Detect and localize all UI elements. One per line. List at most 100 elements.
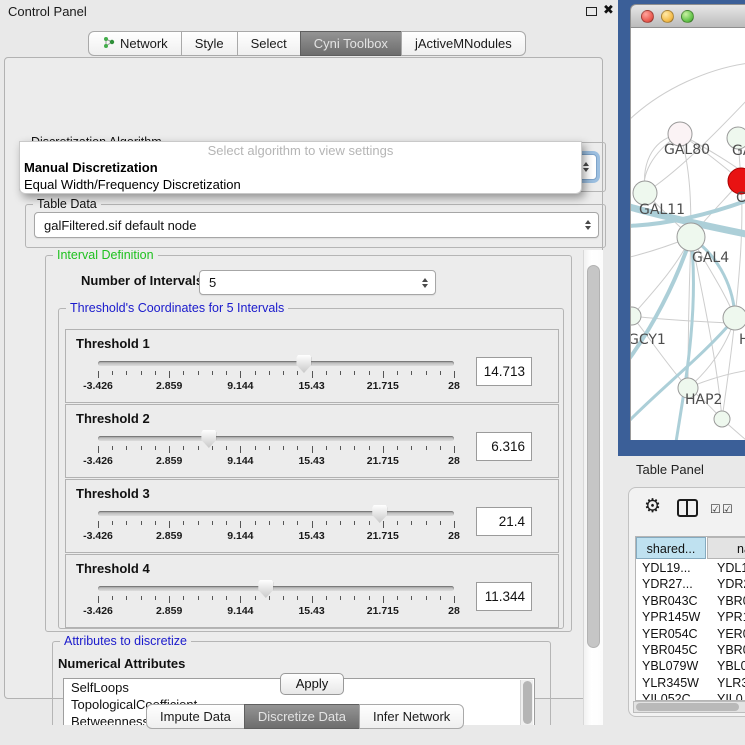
zoom-traffic-light-icon[interactable] xyxy=(681,10,694,23)
network-node-gal4[interactable] xyxy=(677,223,705,251)
network-node[interactable] xyxy=(714,411,730,427)
node-label: GA xyxy=(732,143,745,159)
control-panel: Control Panel ✖ Network Style Select Cyni T… xyxy=(0,0,618,745)
tab-cyni-toolbox[interactable]: Cyni Toolbox xyxy=(300,31,402,56)
tab-discretize-data[interactable]: Discretize Data xyxy=(244,704,360,729)
threshold-label: Threshold 1 xyxy=(76,336,150,351)
node-label: GCY1 xyxy=(631,332,666,348)
vertical-scrollbar[interactable] xyxy=(583,250,603,725)
slider-ticks xyxy=(98,446,454,454)
combo-arrows-icon xyxy=(583,162,589,172)
dropdown-option[interactable]: Equal Width/Frequency Discretization xyxy=(20,176,581,193)
tab-label: Discretize Data xyxy=(258,709,346,724)
tab-label: Infer Network xyxy=(373,709,450,724)
table-row[interactable]: YBR045C YBR0 xyxy=(636,642,745,658)
table-data-select[interactable]: galFiltered.sif default node xyxy=(34,212,599,238)
threshold-3-value[interactable]: 21.4 xyxy=(476,507,532,536)
table-row[interactable]: YBR043CYBR0 xyxy=(636,593,745,609)
number-of-intervals-label: Number of Intervals xyxy=(81,273,203,288)
cell-name: YER0 xyxy=(717,626,745,642)
close-traffic-light-icon[interactable] xyxy=(641,10,654,23)
network-window-titlebar[interactable] xyxy=(630,4,745,28)
dropdown-options: Manual DiscretizationEqual Width/Frequen… xyxy=(20,159,581,193)
cell-name: YLR3 xyxy=(717,675,745,691)
threshold-1-panel: Threshold 1 -3.4262.8599.14415.4321.7152… xyxy=(65,329,559,403)
slider-tick-labels: -3.4262.8599.14415.4321.71528 xyxy=(98,380,454,392)
close-icon[interactable]: ✖ xyxy=(603,2,614,18)
table-row[interactable]: YDR27...YDR2 xyxy=(636,576,745,592)
table-data-group: Table Data galFiltered.sif default node xyxy=(25,204,606,248)
apply-button[interactable]: Apply xyxy=(280,673,344,695)
tab-network[interactable]: Network xyxy=(88,31,182,56)
number-of-intervals-select[interactable]: 5 xyxy=(199,270,436,295)
threshold-label: Threshold 4 xyxy=(76,561,150,576)
group-title: Threshold's Coordinates for 5 Intervals xyxy=(66,301,288,315)
column-layout-icon[interactable] xyxy=(677,499,698,517)
tab-infer-network[interactable]: Infer Network xyxy=(359,704,464,729)
attributes-scrollbar[interactable] xyxy=(520,680,533,725)
network-canvas[interactable]: GAL80GACGAL11GAL4GCY1HHAP2 xyxy=(630,28,745,440)
table-row[interactable]: YER054CYER0 xyxy=(636,626,745,642)
selected-table: galFiltered.sif default node xyxy=(44,218,196,233)
column-header-name[interactable]: na xyxy=(707,537,745,559)
slider-track xyxy=(98,511,454,516)
horizontal-scrollbar[interactable] xyxy=(633,701,745,713)
node-label: GAL11 xyxy=(639,202,685,218)
dropdown-placeholder-item[interactable]: Select algorithm to view settings xyxy=(20,142,581,159)
cell-shared-name: YPR145W xyxy=(642,609,700,625)
tab-jactivemnodules[interactable]: jActiveMNodules xyxy=(401,31,526,56)
tab-style[interactable]: Style xyxy=(181,31,238,56)
cell-name: YBR0 xyxy=(717,642,745,658)
scrollbar-thumb[interactable] xyxy=(523,681,532,724)
threshold-label: Threshold 2 xyxy=(76,411,150,426)
threshold-4-value[interactable]: 11.344 xyxy=(476,582,532,611)
network-view-window: GAL80GACGAL11GAL4GCY1HHAP2 xyxy=(630,4,745,440)
threshold-2-slider[interactable] xyxy=(98,436,454,442)
tab-label: Select xyxy=(251,36,287,51)
table-row[interactable]: YDL19...YDL1 xyxy=(636,560,745,576)
threshold-1-value[interactable]: 14.713 xyxy=(476,357,532,386)
tab-label: Style xyxy=(195,36,224,51)
table-panel: ⚙ ☑ ☑ shared... na YDL19...YDL1YDR27...Y… xyxy=(628,487,745,717)
table-panel-area: Table Panel ⚙ ☑ ☑ shared... na YDL19...Y… xyxy=(618,456,745,745)
threshold-1-slider[interactable] xyxy=(98,361,454,367)
table-row[interactable]: YBL079WYBL0 xyxy=(636,658,745,674)
threshold-3-slider[interactable] xyxy=(98,511,454,517)
cell-shared-name: YDL19... xyxy=(642,560,691,576)
threshold-4-slider[interactable] xyxy=(98,586,454,592)
control-panel-titlebar: Control Panel ✖ xyxy=(0,0,618,22)
group-title: Table Data xyxy=(33,197,101,211)
threshold-2-panel: Threshold 2 -3.4262.8599.14415.4321.7152… xyxy=(65,404,559,478)
scrollbar-thumb[interactable] xyxy=(636,703,739,711)
node-label: H xyxy=(739,332,745,348)
dropdown-option[interactable]: Manual Discretization xyxy=(20,159,581,176)
cyni-toolbox-panel: Discretization Algorithm Select algorith… xyxy=(4,57,603,699)
tab-impute-data[interactable]: Impute Data xyxy=(146,704,245,729)
scrollbar-thumb[interactable] xyxy=(587,265,600,648)
float-window-icon[interactable] xyxy=(586,7,597,16)
node-attribute-table[interactable]: shared... na YDL19...YDL1YDR27...YDR2YBR… xyxy=(635,536,745,701)
table-row[interactable]: YLR345WYLR3 xyxy=(636,675,745,691)
minimize-traffic-light-icon[interactable] xyxy=(661,10,674,23)
cell-name: YBR0 xyxy=(717,593,745,609)
table-row[interactable]: YPR145WYPR1 xyxy=(636,609,745,625)
network-node-gcy1[interactable] xyxy=(631,307,641,325)
cell-name: YDR2 xyxy=(717,576,745,592)
bottom-tabbar: Impute Data Discretize Data Infer Network xyxy=(146,704,464,729)
cell-shared-name: YBR045C xyxy=(642,642,698,658)
table-row[interactable]: YIL052CYIL0 xyxy=(636,691,745,701)
network-node-h[interactable] xyxy=(723,306,745,330)
tab-label: Network xyxy=(120,36,168,51)
screen: Control Panel ✖ Network Style Select Cyni T… xyxy=(0,0,745,745)
column-header-shared-name[interactable]: shared... xyxy=(636,537,706,559)
settings-scroll-viewport: Interval Definition Number of Intervals … xyxy=(11,250,607,725)
interval-definition-group: Interval Definition Number of Intervals … xyxy=(45,255,572,632)
slider-tick-labels: -3.4262.8599.14415.4321.71528 xyxy=(98,530,454,542)
slider-track xyxy=(98,361,454,366)
tab-select[interactable]: Select xyxy=(237,31,301,56)
threshold-2-value[interactable]: 6.316 xyxy=(476,432,532,461)
gear-icon[interactable]: ⚙ xyxy=(644,497,661,516)
checkbox-icon[interactable]: ☑ xyxy=(710,502,721,516)
combo-arrows-icon xyxy=(422,278,428,288)
checkbox-icon[interactable]: ☑ xyxy=(722,502,733,516)
